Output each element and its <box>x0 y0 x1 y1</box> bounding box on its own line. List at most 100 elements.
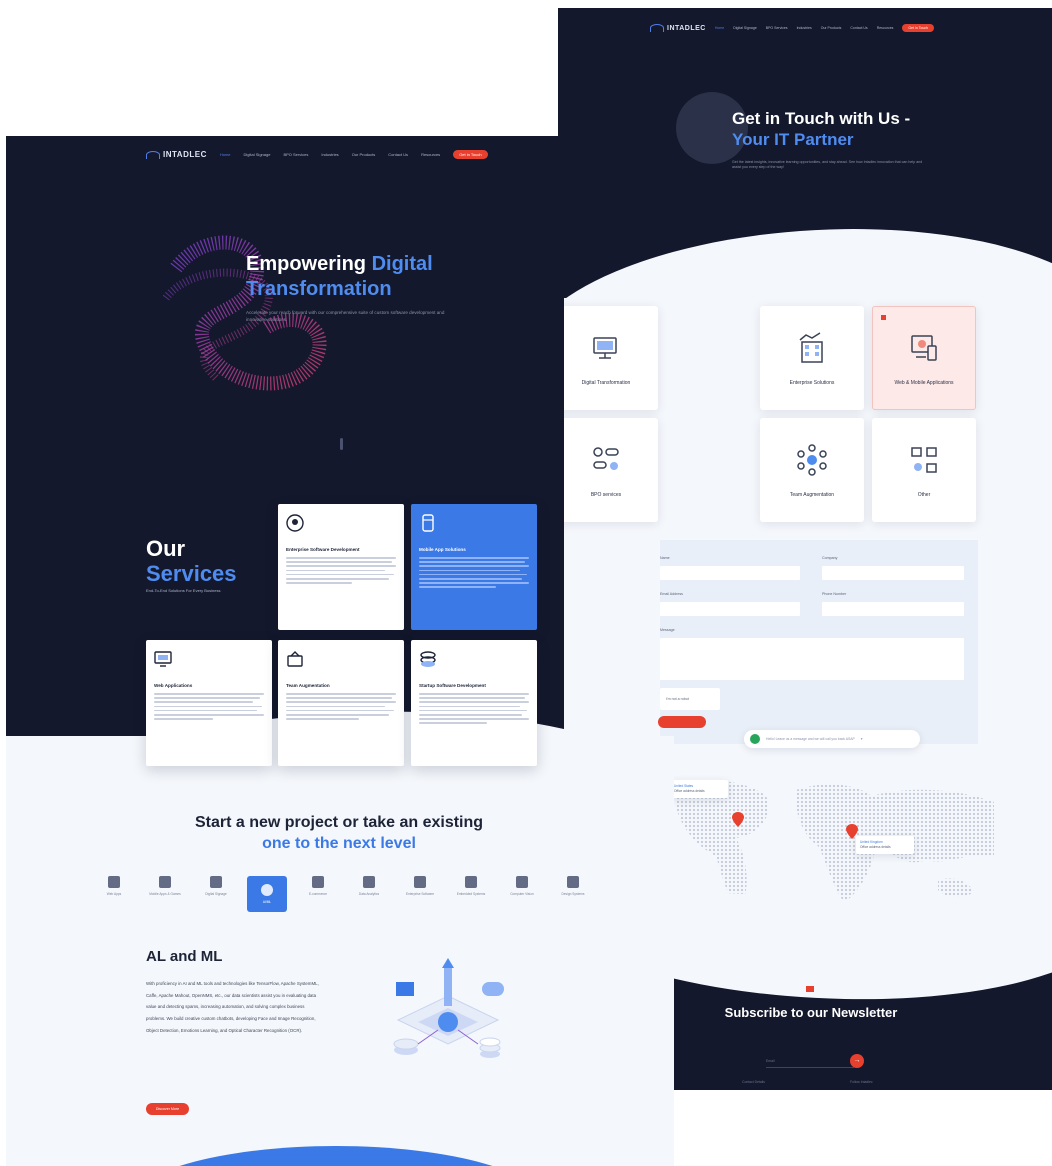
service-title: Startup Software Development <box>419 683 486 688</box>
ai-ml-heading: AL and ML <box>146 948 223 965</box>
ai-isometric-illustration <box>393 958 504 1058</box>
logo-text: INTADLEC <box>163 150 207 159</box>
name-input[interactable] <box>660 566 800 580</box>
service-description <box>154 693 264 720</box>
tech-tab-design-systems[interactable]: Design Systems <box>553 876 593 912</box>
nav-bpo-services[interactable]: BPO Services <box>766 26 788 30</box>
team-icon <box>797 443 827 476</box>
tech-tab-enterprise-software[interactable]: Enterprise Software <box>400 876 440 912</box>
tech-tab-label: Embedded Systems <box>456 892 486 896</box>
enterprise-building-icon <box>799 331 823 363</box>
nav-resources[interactable]: Resources <box>877 26 894 30</box>
tech-tab-label: Digital Signage <box>205 892 227 896</box>
service-title: Enterprise Software Development <box>286 547 360 552</box>
hero-title-blue2: Transformation <box>246 278 392 300</box>
nav-resources[interactable]: Resources <box>421 152 440 157</box>
phone-label: Phone Number <box>822 592 847 596</box>
newsletter-submit-button[interactable]: → <box>850 1054 864 1068</box>
startup-icon <box>420 651 436 667</box>
category-card-other[interactable]: Other <box>872 418 976 522</box>
service-card-startup[interactable]: Startup Software Development <box>411 640 537 766</box>
service-title: Team Augmentation <box>286 683 330 688</box>
service-description <box>286 557 396 584</box>
tech-tab-computer-vision[interactable]: Computer Vision <box>502 876 542 912</box>
discover-more-button[interactable]: Discover More <box>146 1103 189 1115</box>
nav-bpo-services[interactable]: BPO Services <box>283 152 308 157</box>
tech-tab-embedded[interactable]: Embedded Systems <box>451 876 491 912</box>
tech-tab-label: Computer Vision <box>510 892 534 896</box>
newsletter-title: Subscribe to our Newsletter <box>724 1005 898 1020</box>
logo-mark-icon <box>146 150 160 159</box>
category-card-web-mobile[interactable]: Web & Mobile Applications <box>872 306 976 410</box>
web-app-icon <box>154 651 172 667</box>
service-description <box>419 693 529 724</box>
nav-digital-signage[interactable]: Digital Signage <box>244 152 271 157</box>
chat-icon <box>750 734 760 744</box>
chat-widget[interactable]: Hello! Leave us a message and we will ca… <box>744 730 920 748</box>
category-card-enterprise-solutions[interactable]: Enterprise Solutions <box>760 306 864 410</box>
phone-input[interactable] <box>822 602 964 616</box>
service-card-enterprise[interactable]: Enterprise Software Development <box>278 504 404 630</box>
office-card-uk: United Kingdom Office address details <box>856 836 914 854</box>
footer-link-follow[interactable]: Follow Intadlec <box>850 1080 873 1084</box>
ai-icon <box>261 884 273 896</box>
company-input[interactable] <box>822 566 964 580</box>
category-label: Enterprise Solutions <box>789 379 835 386</box>
tech-tab-label: Enterprise Software <box>406 892 434 896</box>
nav-our-products[interactable]: Our Products <box>352 152 376 157</box>
nav-contact-us[interactable]: Contact Us <box>388 152 408 157</box>
message-textarea[interactable] <box>660 638 964 680</box>
tech-tab-ecommerce[interactable]: E-commerce <box>298 876 338 912</box>
tech-tab-mobile-apps[interactable]: Mobile Apps & Games <box>145 876 185 912</box>
ai-ml-description: With proficiency in AI and ML tools and … <box>146 981 319 1033</box>
nav-digital-signage[interactable]: Digital Signage <box>733 26 757 30</box>
nav-home[interactable]: Home <box>220 152 231 157</box>
services-tagline: End-To-End Solutions For Every Business <box>146 588 221 593</box>
project-heading-dark: Start a new project or take an existing <box>194 814 484 831</box>
hero-title-blue1: Digital <box>371 253 433 275</box>
logo[interactable]: INTADLEC <box>650 24 706 32</box>
newsletter-email-input[interactable]: Email <box>766 1056 854 1068</box>
company-label: Company <box>822 556 838 560</box>
office-address: Office address details <box>674 789 705 793</box>
tech-tab-digital-signage[interactable]: Digital Signage <box>196 876 236 912</box>
contact-hero-subtitle: Get the latest insights, innovative lear… <box>732 160 923 169</box>
tech-tab-label: E-commerce <box>308 892 328 896</box>
contact-hero-title-line1: Get in Touch with Us - <box>732 109 911 128</box>
chat-text: Hello! Leave us a message and we will ca… <box>766 737 855 741</box>
tech-tab-web-apps[interactable]: Web Apps <box>94 876 134 912</box>
nav-contact-us[interactable]: Contact Us <box>850 26 867 30</box>
email-input[interactable] <box>660 602 800 616</box>
logo[interactable]: INTADLEC <box>146 150 207 159</box>
tech-tab-ai-ml[interactable]: AI/ML <box>247 876 287 912</box>
tech-tab-label: Design Systems <box>561 892 585 896</box>
tech-tab-label: Data Analytics <box>358 892 380 896</box>
home-hero-subtitle: Accelerate your reach forward with our c… <box>246 310 445 322</box>
category-label: Web & Mobile Applications <box>894 379 954 386</box>
nav-our-products[interactable]: Our Products <box>821 26 842 30</box>
nav-cta-button[interactable]: Get in Touch <box>902 24 935 32</box>
scroll-indicator <box>340 438 343 450</box>
nav-industries[interactable]: Industries <box>797 26 812 30</box>
tech-tab-label: Web Apps <box>106 892 122 896</box>
analytics-icon <box>363 876 375 888</box>
footer-link-contact[interactable]: Contact Details <box>742 1080 765 1084</box>
office-card-us: United States Office address details <box>670 780 728 798</box>
service-card-team-augmentation[interactable]: Team Augmentation <box>278 640 404 766</box>
ecommerce-icon <box>312 876 324 888</box>
service-card-mobile[interactable]: Mobile App Solutions <box>411 504 537 630</box>
home-page-mockup: INTADLEC Home Digital Signage BPO Servic… <box>6 136 674 1166</box>
nav-industries[interactable]: Industries <box>321 152 338 157</box>
category-card-team-augmentation[interactable]: Team Augmentation <box>760 418 864 522</box>
design-icon <box>567 876 579 888</box>
services-heading: Our Services <box>146 536 237 586</box>
embedded-icon <box>465 876 477 888</box>
tech-tab-data-analytics[interactable]: Data Analytics <box>349 876 389 912</box>
nav-home[interactable]: Home <box>715 26 724 30</box>
service-card-web-apps[interactable]: Web Applications <box>146 640 272 766</box>
nav-cta-button[interactable]: Get in Touch <box>453 150 488 159</box>
contact-nav-bar: INTADLEC Home Digital Signage BPO Servic… <box>650 24 935 32</box>
service-title: Mobile App Solutions <box>419 547 466 552</box>
category-label: Other <box>917 491 931 498</box>
other-icon <box>911 446 937 473</box>
